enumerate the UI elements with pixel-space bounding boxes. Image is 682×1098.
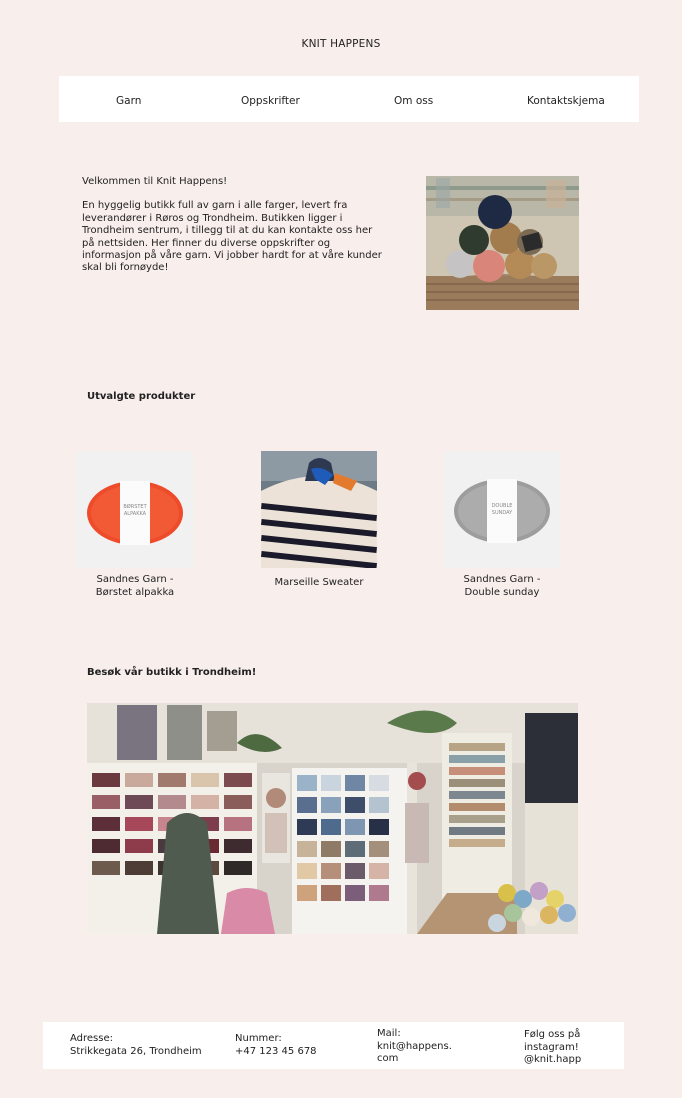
welcome-text: En hyggelig butikk full av garn i alle f… [82,200,382,274]
nav-item-om-oss[interactable]: Om oss [394,95,433,107]
phone-label: Nummer: [235,1033,282,1044]
nav-item-garn[interactable]: Garn [116,95,141,107]
mail-value-line2[interactable]: com [377,1053,452,1066]
main-nav: Garn Oppskrifter Om oss Kontaktskjema [59,76,639,122]
footer-address: Adresse: Strikkegata 26, Trondheim [70,1033,202,1058]
mail-label: Mail: [377,1028,401,1039]
store-interior-image [87,703,578,934]
store-heading: Besøk vår butikk i Trondheim! [87,667,257,678]
product-name-double-sunday[interactable]: Sandnes Garn - Double sunday [432,574,572,599]
product-card-borstet-alpakka[interactable]: BØRSTET ALPAKKA Sandnes Garn - Børstet a… [65,451,205,599]
product-name-marseille-sweater[interactable]: Marseille Sweater [249,577,389,590]
product-image-double-sunday[interactable]: DOUBLE SUNDAY [444,451,560,568]
footer-instagram: Følg oss på instagram! @knit.happ [524,1029,581,1067]
site-title: KNIT HAPPENS [301,38,381,50]
nav-item-oppskrifter[interactable]: Oppskrifter [241,95,300,107]
label-text-2: ALPAKKA [124,511,147,517]
phone-value[interactable]: +47 123 45 678 [235,1046,317,1059]
products-heading: Utvalgte produkter [87,391,196,402]
welcome-section: Velkommen til Knit Happens! En hyggelig … [82,176,382,275]
instagram-handle[interactable]: @knit.happ [524,1054,581,1067]
product-name-borstet-alpakka[interactable]: Sandnes Garn - Børstet alpakka [65,574,205,599]
nav-item-kontaktskjema[interactable]: Kontaktskjema [527,95,605,107]
product-card-marseille-sweater[interactable]: Marseille Sweater [249,451,389,590]
product-image-borstet-alpakka[interactable]: BØRSTET ALPAKKA [77,451,193,568]
product-image-marseille-sweater[interactable] [261,451,377,568]
label-text-1: BØRSTET [123,503,147,510]
address-label: Adresse: [70,1033,113,1044]
product-card-double-sunday[interactable]: DOUBLE SUNDAY Sandnes Garn - Double sund… [432,451,572,599]
label-text-2: SUNDAY [492,510,513,516]
instagram-text-line1: Følg oss på [524,1029,581,1040]
instagram-text-line2: instagram! [524,1041,579,1053]
mail-value-line1[interactable]: knit@happens. [377,1041,452,1054]
welcome-title: Velkommen til Knit Happens! [82,176,228,187]
yarn-hero-image [426,176,579,310]
address-value: Strikkegata 26, Trondheim [70,1045,202,1057]
label-text-1: DOUBLE [492,503,513,509]
footer: Adresse: Strikkegata 26, Trondheim Numme… [43,1022,624,1069]
footer-phone: Nummer: +47 123 45 678 [235,1033,317,1058]
footer-mail: Mail: knit@happens. com [377,1028,452,1066]
